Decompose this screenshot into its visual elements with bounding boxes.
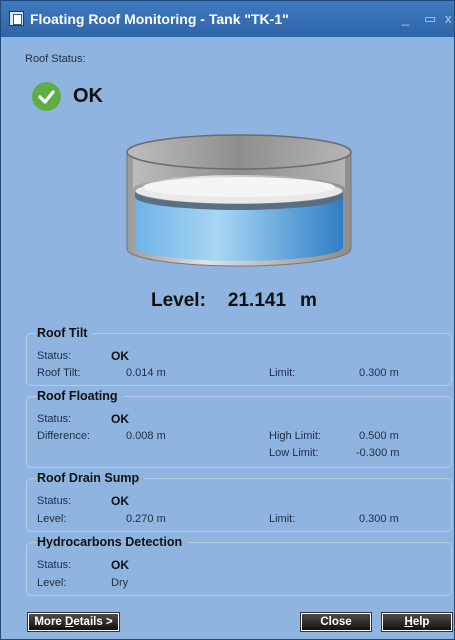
level-value: 21.141: [227, 290, 287, 311]
more-details-prefix: More: [34, 616, 66, 628]
roof-tilt-title: Roof Tilt: [37, 326, 94, 340]
roof-tilt-limit-value: 0.300 m: [359, 367, 399, 379]
ok-check-icon: [32, 82, 61, 111]
app-icon: [9, 11, 24, 26]
close-window-button[interactable]: x: [445, 11, 452, 26]
roof-drain-limit-value: 0.300 m: [359, 513, 399, 525]
maximize-button[interactable]: ▭: [424, 11, 436, 27]
roof-floating-status-label: Status:: [37, 413, 72, 425]
minimize-button[interactable]: _: [402, 11, 409, 26]
roof-floating-low-value: -0.300 m: [356, 447, 400, 459]
roof-drain-status-label: Status:: [37, 495, 72, 507]
roof-drain-limit-label: Limit:: [269, 513, 296, 525]
hydrocarbons-status-label: Status:: [37, 559, 72, 571]
more-details-button[interactable]: More Details >: [27, 612, 120, 632]
help-suffix: elp: [412, 616, 430, 628]
roof-floating-status-value: OK: [111, 412, 129, 426]
roof-floating-high-label: High Limit:: [269, 430, 321, 442]
roof-drain-title: Roof Drain Sump: [37, 471, 146, 485]
roof-floating-diff-label: Difference:: [37, 430, 90, 442]
window: Floating Roof Monitoring - Tank "TK-1" _…: [0, 0, 455, 640]
roof-status-label: Roof Status:: [25, 53, 86, 65]
roof-tilt-status-label: Status:: [37, 350, 72, 362]
hydrocarbons-status-value: OK: [111, 558, 129, 572]
roof-floating-low-label: Low Limit:: [269, 447, 319, 459]
level-unit: m: [300, 290, 317, 311]
level-label: Level:: [151, 290, 206, 311]
roof-status-value: OK: [73, 85, 103, 107]
roof-floating-diff-value: 0.008 m: [126, 430, 166, 442]
roof-floating-high-value: 0.500 m: [359, 430, 399, 442]
more-details-suffix: etails >: [73, 616, 113, 628]
roof-drain-status-value: OK: [111, 494, 129, 508]
hydrocarbons-level-label: Level:: [37, 577, 67, 589]
roof-drain-level-label: Level:: [37, 513, 67, 525]
roof-floating-title: Roof Floating: [37, 389, 124, 403]
hydrocarbons-level-value: Dry: [111, 577, 129, 589]
hydrocarbons-title: Hydrocarbons Detection: [37, 535, 189, 549]
roof-drain-level-value: 0.270 m: [126, 513, 166, 525]
help-mnemonic: H: [404, 616, 413, 628]
help-button[interactable]: Help: [381, 612, 453, 632]
title-bar[interactable]: Floating Roof Monitoring - Tank "TK-1" _…: [1, 1, 454, 37]
roof-tilt-label: Roof Tilt:: [37, 367, 81, 379]
roof-tilt-status-value: OK: [111, 349, 129, 363]
roof-tilt-limit-label: Limit:: [269, 367, 296, 379]
tank-level-readout: Level: 21.141 m: [151, 290, 317, 312]
close-button[interactable]: Close: [300, 612, 372, 632]
hydrocarbons-group: Hydrocarbons Detection: [26, 535, 452, 596]
window-title: Floating Roof Monitoring - Tank "TK-1": [30, 11, 289, 27]
roof-tilt-value: 0.014 m: [126, 367, 166, 379]
tank-illustration: [126, 134, 352, 267]
